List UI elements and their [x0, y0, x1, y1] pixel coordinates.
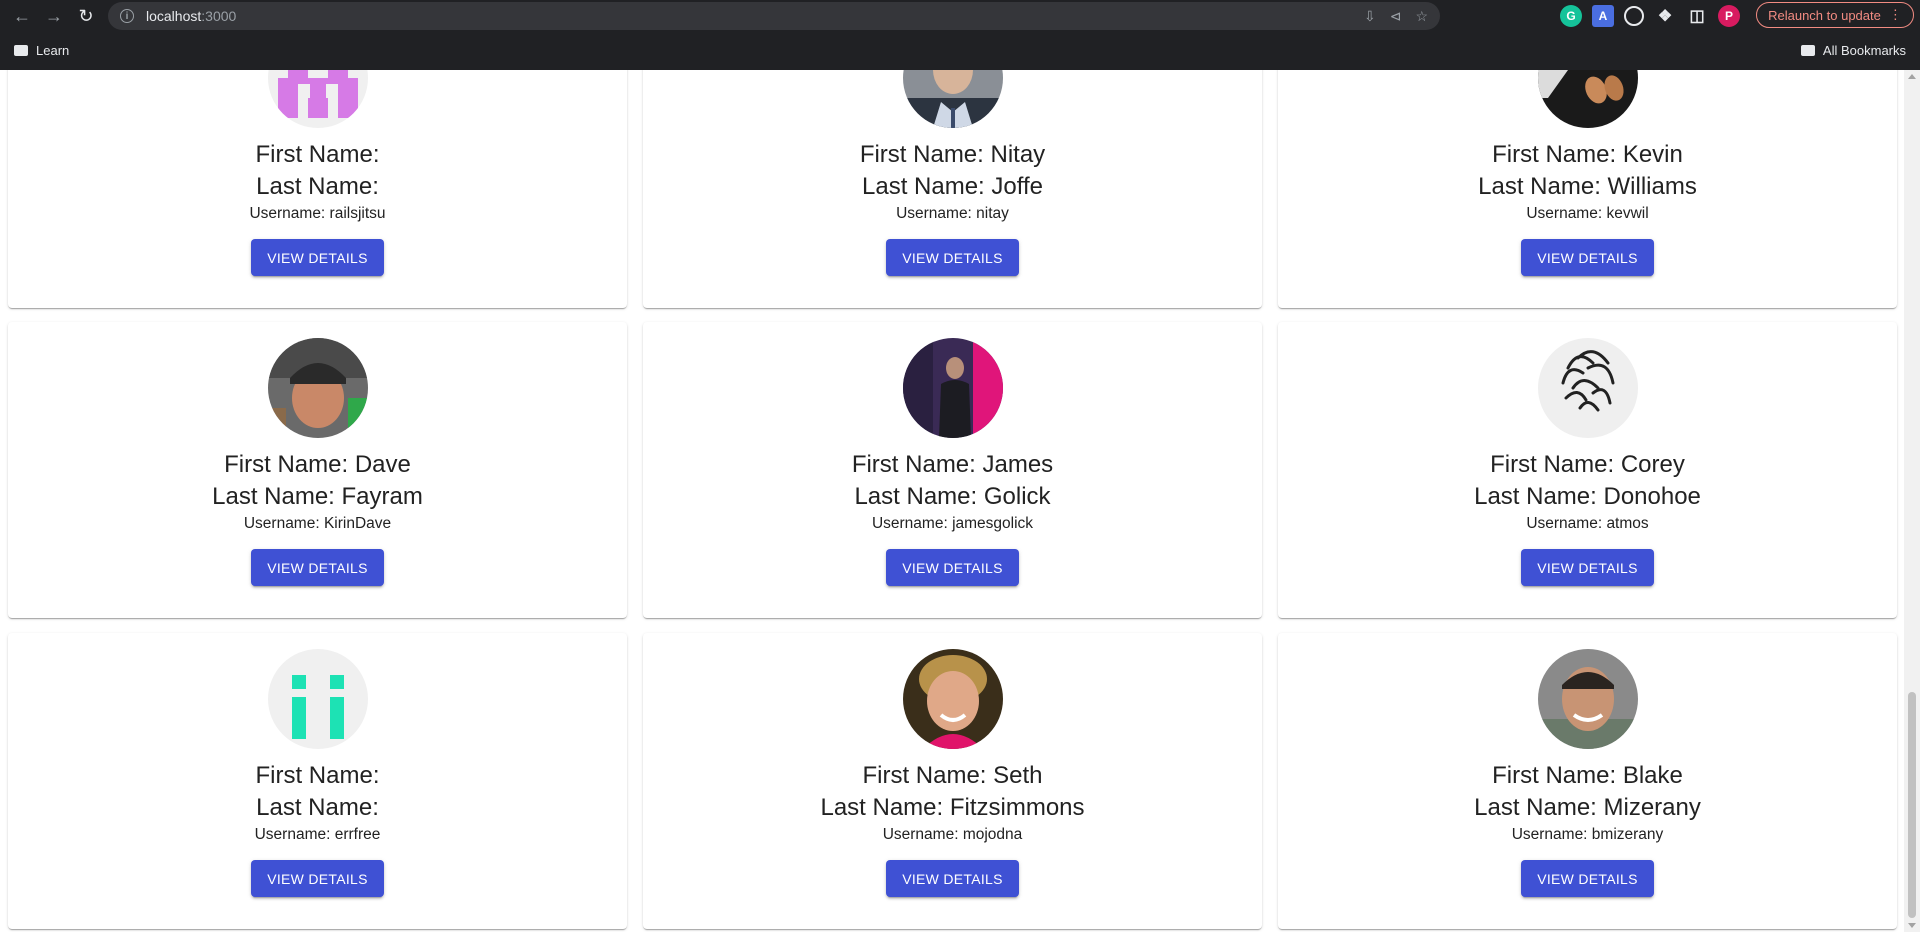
avatar: [268, 338, 368, 438]
relaunch-label: Relaunch to update: [1768, 7, 1881, 23]
first-name: First Name:: [255, 762, 380, 789]
first-name: First Name: Blake: [1492, 762, 1683, 789]
user-card: First Name: Last Name: Username: errfree…: [8, 633, 627, 929]
username: Username: kevwil: [1526, 205, 1649, 222]
folder-icon: [14, 44, 28, 56]
last-name: Last Name: Joffe: [862, 173, 1043, 200]
avatar: [903, 70, 1003, 128]
grammarly-icon[interactable]: G: [1560, 5, 1582, 27]
menu-kebab-icon[interactable]: ⋮: [1889, 7, 1902, 23]
last-name: Last Name: Fayram: [212, 483, 423, 510]
username: Username: nitay: [896, 205, 1009, 222]
view-details-button[interactable]: VIEW DETAILS: [1521, 239, 1654, 276]
view-details-button[interactable]: VIEW DETAILS: [251, 239, 384, 276]
first-name: First Name: Seth: [862, 762, 1043, 789]
avatar: [268, 70, 368, 128]
bookmarks-bar: Learn All Bookmarks: [0, 38, 1920, 62]
username: Username: railsjitsu: [249, 205, 386, 222]
user-card: First Name: Nitay Last Name: Joffe Usern…: [643, 70, 1262, 308]
username: Username: KirinDave: [243, 515, 392, 532]
avatar: [903, 338, 1003, 438]
user-card: First Name: Blake Last Name: Mizerany Us…: [1278, 633, 1897, 929]
forward-icon[interactable]: →: [38, 0, 70, 32]
view-details-button[interactable]: VIEW DETAILS: [1521, 549, 1654, 586]
profile-avatar[interactable]: P: [1718, 5, 1740, 27]
first-name: First Name: James: [851, 451, 1054, 478]
username: Username: atmos: [1526, 515, 1649, 532]
avatar: [1538, 70, 1638, 128]
first-name: First Name: Corey: [1490, 451, 1685, 478]
username: Username: mojodna: [882, 826, 1023, 843]
user-card: First Name: Corey Last Name: Donohoe Use…: [1278, 322, 1897, 618]
user-card: First Name: James Last Name: Golick User…: [643, 322, 1262, 618]
back-icon[interactable]: ←: [6, 0, 38, 32]
last-name: Last Name: Golick: [854, 483, 1051, 510]
user-card: First Name: Last Name: Username: railsji…: [8, 70, 627, 308]
username: Username: bmizerany: [1511, 826, 1664, 843]
last-name: Last Name: Fitzsimmons: [820, 794, 1085, 821]
record-icon[interactable]: [1624, 6, 1644, 26]
user-card: First Name: Kevin Last Name: Williams Us…: [1278, 70, 1897, 308]
username: Username: errfree: [254, 826, 381, 843]
view-details-button[interactable]: VIEW DETAILS: [251, 549, 384, 586]
avatar: [1538, 649, 1638, 749]
last-name: Last Name:: [256, 794, 379, 821]
browser-toolbar: ← → ↻ i localhost:3000 ⇩ ⊲ ☆ G A ❖ ◫ P R…: [0, 0, 1920, 32]
last-name: Last Name: Donohoe: [1474, 483, 1701, 510]
side-panel-icon[interactable]: ◫: [1686, 5, 1708, 27]
first-name: First Name: Kevin: [1492, 141, 1683, 168]
all-bookmarks-button[interactable]: All Bookmarks: [1787, 38, 1906, 62]
bookmark-folder-learn[interactable]: Learn: [36, 43, 69, 58]
scroll-thumb[interactable]: [1908, 692, 1916, 918]
view-details-button[interactable]: VIEW DETAILS: [1521, 860, 1654, 897]
scroll-up-arrow-icon[interactable]: [1908, 74, 1916, 79]
url-port: :3000: [201, 8, 237, 24]
last-name: Last Name: Mizerany: [1474, 794, 1701, 821]
page-scrollbar[interactable]: [1904, 70, 1920, 932]
view-details-button[interactable]: VIEW DETAILS: [886, 860, 1019, 897]
view-details-button[interactable]: VIEW DETAILS: [251, 860, 384, 897]
first-name: First Name: Dave: [224, 451, 411, 478]
user-card: First Name: Dave Last Name: Fayram Usern…: [8, 322, 627, 618]
page-viewport: First Name: Last Name: Username: railsji…: [0, 70, 1904, 932]
view-details-button[interactable]: VIEW DETAILS: [886, 549, 1019, 586]
omnibox-actions: ⇩ ⊲ ☆: [1364, 2, 1440, 30]
install-icon[interactable]: ⇩: [1364, 8, 1376, 25]
url-host: localhost: [146, 8, 202, 24]
translate-icon[interactable]: A: [1592, 5, 1614, 27]
scroll-down-arrow-icon[interactable]: [1908, 923, 1916, 928]
bookmark-star-icon[interactable]: ☆: [1415, 8, 1428, 25]
view-details-button[interactable]: VIEW DETAILS: [886, 239, 1019, 276]
user-card: First Name: Seth Last Name: Fitzsimmons …: [643, 633, 1262, 929]
share-icon[interactable]: ⊲: [1390, 8, 1402, 25]
address-bar[interactable]: i localhost:3000 ⇩ ⊲ ☆: [108, 2, 1440, 30]
first-name: First Name: Nitay: [859, 141, 1046, 168]
avatar: [1538, 338, 1638, 438]
reload-icon[interactable]: ↻: [70, 0, 102, 32]
browser-chrome: ← → ↻ i localhost:3000 ⇩ ⊲ ☆ G A ❖ ◫ P R…: [0, 0, 1920, 70]
relaunch-button[interactable]: Relaunch to update ⋮: [1756, 2, 1914, 28]
extensions-puzzle-icon[interactable]: ❖: [1654, 5, 1676, 27]
username: Username: jamesgolick: [871, 515, 1034, 532]
all-bookmarks-label: All Bookmarks: [1822, 42, 1906, 58]
last-name: Last Name:: [256, 173, 379, 200]
avatar: [268, 649, 368, 749]
first-name: First Name:: [255, 141, 380, 168]
extensions-bar: G A ❖ ◫ P: [1560, 4, 1740, 28]
avatar: [903, 649, 1003, 749]
folder-icon: [1800, 44, 1815, 56]
last-name: Last Name: Williams: [1478, 173, 1697, 200]
site-info-icon[interactable]: i: [120, 9, 134, 23]
